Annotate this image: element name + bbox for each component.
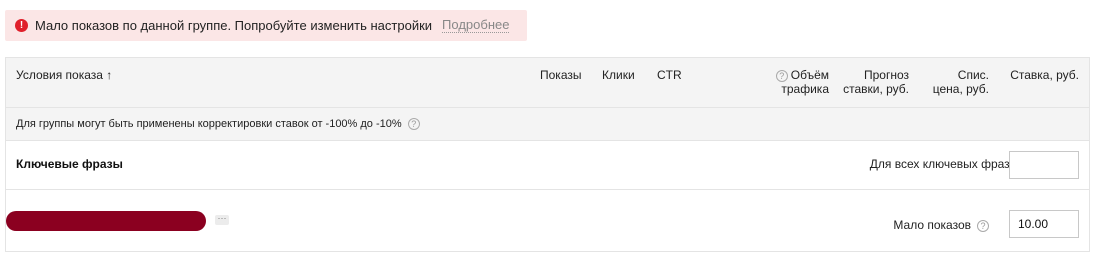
redacted-keyword [6,211,206,231]
keywords-group-row: Ключевые фразы Для всех ключевых фраз: [6,141,1089,190]
column-forecast: Прогноз ставки, руб. [843,68,909,96]
column-conditions-sort[interactable]: Условия показа ↑ [16,68,112,82]
alert-message: Мало показов по данной группе. Попробуйт… [35,18,433,33]
group-title: Ключевые фразы [16,157,123,171]
table-row: ··· Мало показов? [6,190,1089,252]
exclamation-icon: ! [15,19,28,32]
help-icon[interactable]: ? [977,219,989,232]
column-clicks: Клики [602,68,635,82]
help-icon[interactable]: ? [407,118,420,131]
alert-more-link[interactable]: Подробнее [442,18,510,33]
help-icon[interactable]: ? [775,69,788,82]
all-keywords-bid-input[interactable] [1009,151,1079,179]
status-text: Мало показов? [893,218,989,232]
table-header: Условия показа ↑ Показы Клики CTR ? Объём… [6,58,1089,108]
all-keywords-label: Для всех ключевых фраз: [869,157,1013,171]
conditions-table: Условия показа ↑ Показы Клики CTR ? Объём… [5,57,1090,252]
low-impressions-alert: ! Мало показов по данной группе. Попробу… [5,10,527,41]
keyword-bid-input[interactable] [1009,210,1079,238]
column-bid: Ставка, руб. [1010,68,1079,82]
column-ctr: CTR [657,68,682,82]
info-text: Для группы могут быть применены корректи… [16,118,402,130]
bid-adjustments-info: Для группы могут быть применены корректи… [6,108,1089,141]
column-impressions: Показы [540,68,582,82]
column-writeoff: Спис. цена, руб. [932,68,989,96]
more-options-button[interactable]: ··· [215,214,229,225]
column-traffic: ? Объём трафика [775,68,829,96]
